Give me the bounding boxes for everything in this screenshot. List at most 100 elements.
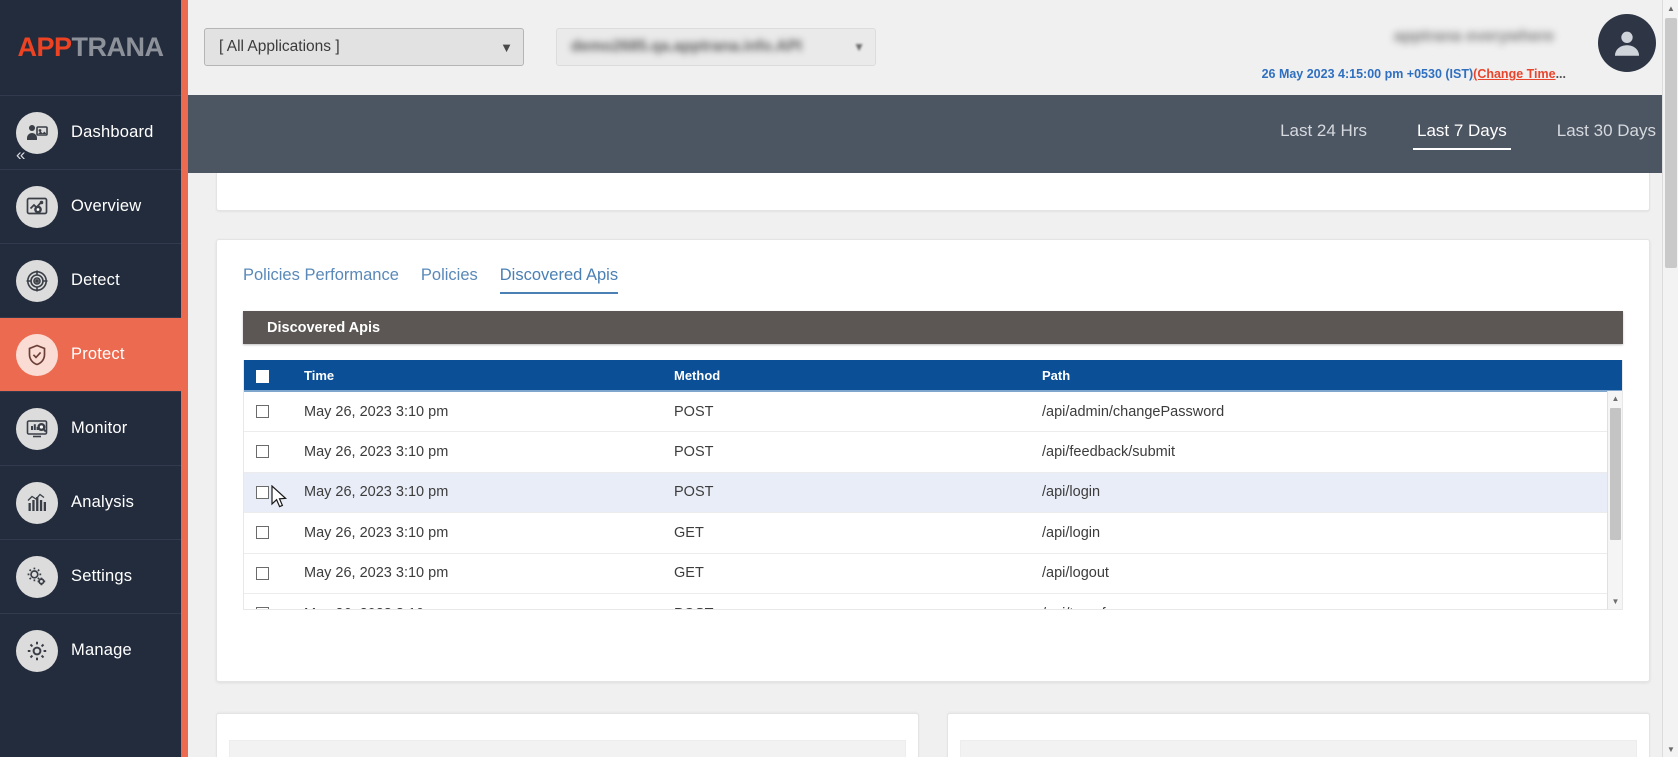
chevron-down-icon: ▼ (853, 40, 865, 54)
host-select[interactable]: demo2685.qa.apptrana.info.API ▼ (556, 28, 876, 66)
table-header-time[interactable]: Time (304, 360, 674, 392)
logo-text: APPTRANA (17, 32, 165, 63)
time-range-tab-label: Last 7 Days (1417, 120, 1507, 140)
time-range-tab-label: Last 24 Hrs (1280, 120, 1367, 140)
checkbox-icon[interactable] (256, 445, 269, 459)
top-header: [ All Applications ] ▼ demo2685.qa.apptr… (188, 0, 1678, 95)
sidebar-item-overview[interactable]: Overview (0, 169, 181, 243)
table-row[interactable]: May 26, 2023 3:10 pm POST /api/login (244, 472, 1622, 513)
row-checkbox-cell[interactable] (244, 431, 304, 473)
sidebar-item-label: Overview (71, 197, 142, 215)
row-path: /api/transfer (1042, 593, 1622, 609)
sidebar-item-label: Analysis (71, 493, 135, 511)
current-timestamp: 26 May 2023 4:15:00 pm +0530 (IST) (1261, 67, 1474, 81)
row-checkbox-cell[interactable] (244, 593, 304, 609)
application-select[interactable]: [ All Applications ] ▼ (204, 28, 524, 66)
host-select-value: demo2685.qa.apptrana.info.API (571, 38, 802, 55)
bottom-card-left-placeholder (229, 740, 906, 757)
sidebar-item-protect[interactable]: Protect (0, 317, 181, 391)
checkbox-icon[interactable] (256, 526, 269, 540)
brand-logo[interactable]: APPTRANA (0, 0, 181, 95)
table-header-select-all[interactable] (244, 360, 304, 392)
sidebar-item-label: Monitor (71, 419, 128, 437)
chevron-down-icon: ▼ (500, 39, 513, 55)
row-checkbox-cell[interactable] (244, 512, 304, 554)
row-method: POST (674, 391, 1042, 432)
row-path: /api/admin/changePassword (1042, 391, 1622, 432)
sidebar-item-dashboard[interactable]: Dashboard « (0, 95, 181, 169)
row-checkbox-cell[interactable] (244, 391, 304, 432)
tab-policies[interactable]: Policies (421, 266, 478, 294)
row-time: May 26, 2023 3:10 pm (304, 391, 674, 432)
tab-discovered-apis[interactable]: Discovered Apis (499, 266, 619, 294)
page-title: Discovered Apis (267, 319, 381, 336)
tab-label: Policies (420, 266, 478, 284)
table-scrollbar-thumb[interactable] (1610, 408, 1621, 540)
row-path: /api/login (1042, 512, 1622, 554)
chevron-up-icon[interactable]: ▲ (1608, 391, 1622, 406)
row-checkbox-cell[interactable] (244, 553, 304, 594)
content-scroll-area: Policies Performance Policies Discovered… (188, 173, 1678, 757)
radar-icon (16, 259, 58, 302)
logo-app-text: APP (17, 32, 72, 62)
chevron-double-left-icon[interactable]: « (16, 146, 26, 163)
row-checkbox-cell[interactable] (244, 472, 304, 513)
tab-label: Policies Performance (243, 266, 399, 284)
row-time: May 26, 2023 3:10 pm (304, 593, 674, 609)
change-time-link[interactable]: (Change Time (1473, 67, 1555, 81)
checkbox-icon[interactable] (256, 607, 269, 609)
row-method: POST (674, 472, 1042, 513)
bottom-card-right (947, 713, 1650, 757)
gears-icon (16, 555, 58, 598)
sidebar-item-manage[interactable]: Manage (0, 613, 181, 687)
time-range-tab-label: Last 30 Days (1556, 120, 1656, 140)
checkbox-icon[interactable] (256, 405, 269, 419)
bar-chart-icon (16, 481, 58, 524)
sidebar-item-analysis[interactable]: Analysis (0, 465, 181, 539)
row-method: POST (674, 593, 1042, 609)
bottom-card-right-placeholder (960, 740, 1637, 757)
checkbox-icon[interactable] (256, 369, 269, 383)
chevron-down-icon[interactable]: ▼ (1663, 741, 1678, 757)
checkbox-icon[interactable] (256, 566, 269, 580)
time-range-tab-30d[interactable]: Last 30 Days (1557, 121, 1656, 148)
table-row[interactable]: May 26, 2023 3:10 pm POST /api/feedback/… (244, 431, 1622, 473)
row-time: May 26, 2023 3:10 pm (304, 431, 674, 473)
user-avatar-icon[interactable] (1598, 14, 1656, 72)
chevron-up-icon[interactable]: ▲ (1663, 0, 1678, 16)
table-body: May 26, 2023 3:10 pm POST /api/admin/cha… (244, 391, 1622, 609)
datetime-bar: 26 May 2023 4:15:00 pm +0530 (IST)(Chang… (1262, 67, 1566, 81)
page-scrollbar[interactable]: ▲ ▼ (1662, 0, 1678, 757)
table-row[interactable]: May 26, 2023 3:10 pm POST /api/transfer (244, 593, 1622, 609)
time-range-tab-7d[interactable]: Last 7 Days (1413, 120, 1511, 150)
checkbox-icon[interactable] (256, 485, 269, 499)
sidebar-item-detect[interactable]: Detect (0, 243, 181, 317)
table-row[interactable]: May 26, 2023 3:10 pm GET /api/logout (244, 553, 1622, 594)
overview-icon (16, 185, 58, 228)
row-method: GET (674, 512, 1042, 554)
sidebar-item-label: Settings (71, 567, 133, 585)
table-header-path[interactable]: Path (1042, 360, 1622, 392)
row-method: POST (674, 431, 1042, 473)
table-header-method[interactable]: Method (674, 360, 1042, 392)
chevron-down-icon[interactable]: ▼ (1608, 594, 1622, 609)
table-row[interactable]: May 26, 2023 3:10 pm POST /api/admin/cha… (244, 391, 1622, 432)
sidebar-item-monitor[interactable]: Monitor (0, 391, 181, 465)
account-name: apptrana everywhere (1393, 28, 1554, 45)
datetime-ellipsis: ... (1555, 67, 1566, 81)
sidebar-item-settings[interactable]: Settings (0, 539, 181, 613)
tab-policies-performance[interactable]: Policies Performance (243, 266, 399, 294)
row-time: May 26, 2023 3:10 pm (304, 553, 674, 594)
application-select-value: [ All Applications ] (219, 38, 340, 55)
time-range-tab-24h[interactable]: Last 24 Hrs (1280, 121, 1367, 148)
page-scrollbar-thumb[interactable] (1665, 18, 1677, 268)
table-row[interactable]: May 26, 2023 3:10 pm GET /api/login (244, 512, 1622, 554)
time-range-tabs: Last 24 Hrs Last 7 Days Last 30 Days (1280, 95, 1666, 173)
table-head: Time Method Path (244, 360, 1622, 392)
table-header-row: Time Method Path (244, 360, 1622, 392)
sidebar-item-label: Protect (71, 345, 125, 363)
logo-trana-text: TRANA (71, 32, 165, 62)
sidebar: APPTRANA Dashboard « Overview Detect Pro… (0, 0, 188, 757)
table-scrollbar[interactable]: ▲ ▼ (1607, 391, 1622, 609)
discovered-apis-table-wrap: Time Method Path May 26, 2023 3:10 pm PO… (243, 360, 1623, 610)
